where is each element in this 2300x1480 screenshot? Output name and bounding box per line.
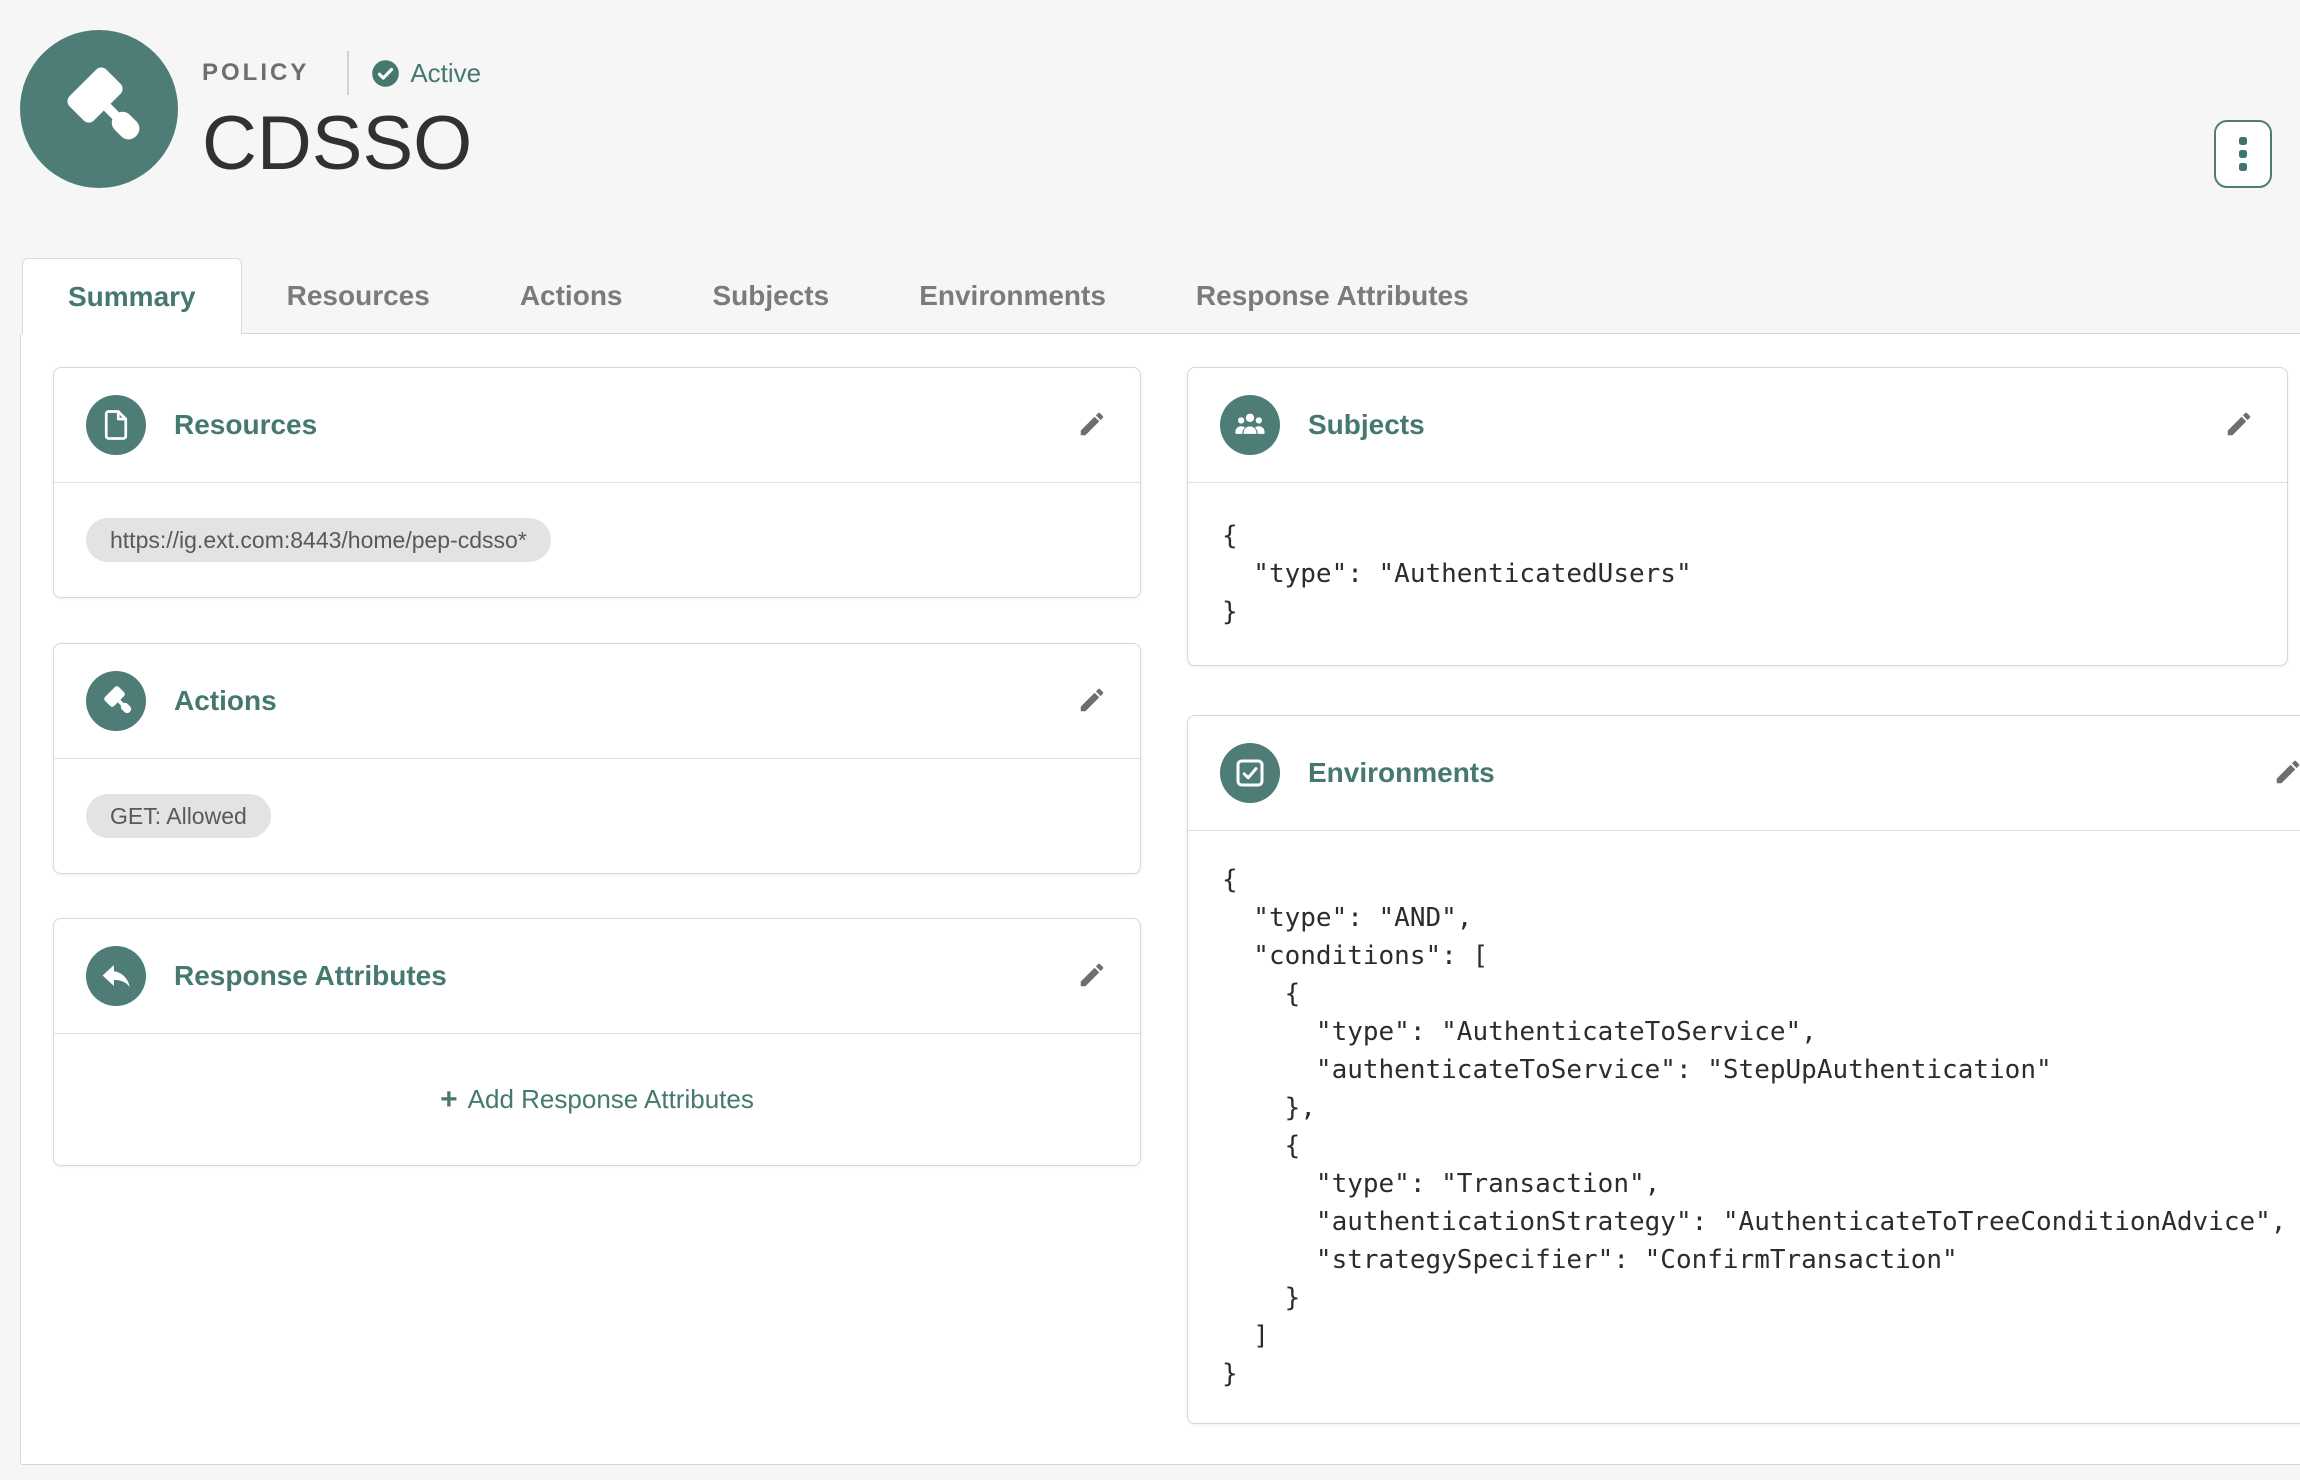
subjects-json: { "type": "AuthenticatedUsers" } [1222,517,2253,631]
tab-bar: Summary Resources Actions Subjects Envir… [22,258,2300,333]
policy-avatar [20,30,178,188]
pencil-icon [2273,757,2300,787]
pencil-icon [2224,409,2254,439]
gavel-icon [51,59,147,160]
edit-response-attributes-button[interactable] [1076,960,1108,992]
page-header: POLICY Active CDSSO [0,0,2300,188]
tab-resources[interactable]: Resources [242,258,475,333]
checkbox-check-icon [1220,743,1280,803]
reply-arrow-icon [86,946,146,1006]
status-badge: Active [371,58,481,89]
pencil-icon [1077,960,1107,990]
more-options-button[interactable] [2214,120,2272,188]
kebab-menu-icon [2239,137,2247,171]
environments-card-title: Environments [1308,757,1495,789]
add-response-attributes-label: Add Response Attributes [468,1084,754,1115]
summary-tab-panel: Resources https://ig.ext.com:8443/home/p… [20,333,2300,1465]
resources-card-title: Resources [174,409,317,441]
environments-json: { "type": "AND", "conditions": [ { "type… [1222,861,2300,1393]
tab-environments[interactable]: Environments [874,258,1151,333]
response-attributes-card: Response Attributes + Add Response Attri… [53,918,1141,1166]
tab-actions[interactable]: Actions [475,258,668,333]
actions-card: Actions GET: Allowed [53,643,1141,874]
edit-actions-button[interactable] [1076,685,1108,717]
document-icon [86,395,146,455]
resources-card: Resources https://ig.ext.com:8443/home/p… [53,367,1141,598]
plus-icon: + [440,1085,458,1115]
header-info: POLICY Active CDSSO [202,30,481,182]
edit-resources-button[interactable] [1076,409,1108,441]
right-column: Subjects { "type": "AuthenticatedUsers" … [1187,367,2300,1424]
actions-card-title: Actions [174,685,277,717]
header-divider [347,51,349,95]
subjects-card: Subjects { "type": "AuthenticatedUsers" … [1187,367,2288,666]
status-label: Active [410,58,481,89]
add-response-attributes-link[interactable]: + Add Response Attributes [54,1034,1140,1165]
page-title: CDSSO [202,106,481,182]
edit-subjects-button[interactable] [2223,409,2255,441]
subjects-card-title: Subjects [1308,409,1425,441]
check-circle-icon [371,59,400,88]
environments-card: Environments { "type": "AND", "condition… [1187,715,2300,1424]
action-chip: GET: Allowed [86,794,271,838]
pencil-icon [1077,685,1107,715]
edit-environments-button[interactable] [2272,757,2300,789]
pencil-icon [1077,409,1107,439]
tab-subjects[interactable]: Subjects [668,258,875,333]
tab-summary[interactable]: Summary [22,258,242,334]
tab-response-attributes[interactable]: Response Attributes [1151,258,1514,333]
policy-kicker: POLICY [202,59,309,87]
resource-chip: https://ig.ext.com:8443/home/pep-cdsso* [86,518,551,562]
group-icon [1220,395,1280,455]
response-attributes-card-title: Response Attributes [174,960,447,992]
gavel-icon [86,671,146,731]
left-column: Resources https://ig.ext.com:8443/home/p… [53,367,1141,1166]
